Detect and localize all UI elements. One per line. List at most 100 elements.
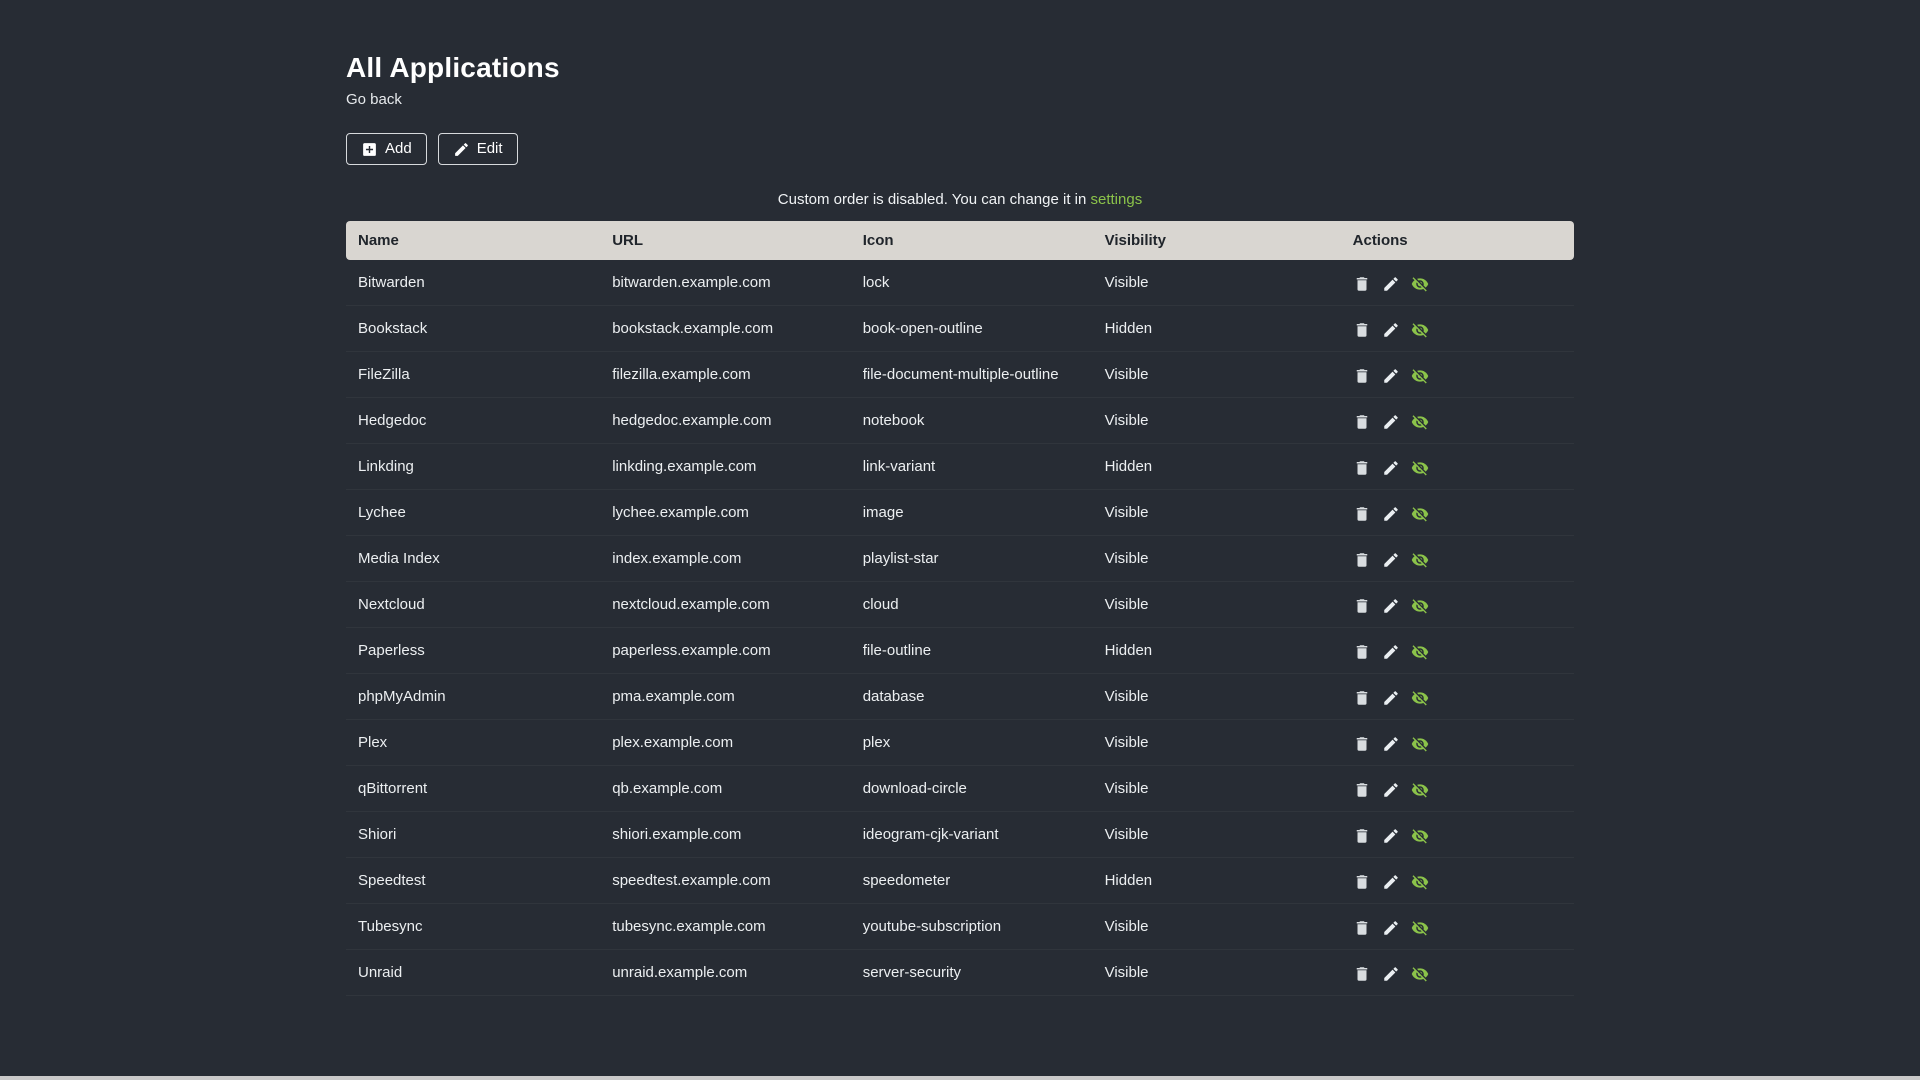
- table-body: Bitwarden bitwarden.example.com lock Vis…: [346, 260, 1574, 996]
- toggle-visibility-button[interactable]: [1411, 689, 1429, 707]
- edit-row-button[interactable]: [1382, 321, 1400, 339]
- delete-button[interactable]: [1353, 275, 1371, 293]
- app-icon-name: book-open-outline: [850, 306, 1093, 352]
- edit-row-button[interactable]: [1382, 367, 1400, 385]
- trash-icon: [1356, 874, 1367, 889]
- toggle-visibility-button[interactable]: [1411, 873, 1429, 891]
- app-name: Plex: [346, 720, 601, 766]
- edit-row-button[interactable]: [1382, 413, 1400, 431]
- toggle-visibility-button[interactable]: [1411, 965, 1429, 983]
- toggle-visibility-button[interactable]: [1411, 413, 1429, 431]
- edit-button-label: Edit: [476, 140, 503, 157]
- toggle-visibility-button[interactable]: [1411, 367, 1429, 385]
- toggle-visibility-button[interactable]: [1411, 321, 1429, 339]
- delete-button[interactable]: [1353, 321, 1371, 339]
- table-row: Paperless paperless.example.com file-out…: [346, 628, 1574, 674]
- edit-row-button[interactable]: [1382, 873, 1400, 891]
- trash-icon: [1356, 736, 1367, 751]
- window-bottom-edge: [0, 1076, 1920, 1080]
- delete-button[interactable]: [1353, 459, 1371, 477]
- toggle-visibility-button[interactable]: [1411, 551, 1429, 569]
- row-actions: [1340, 904, 1574, 950]
- delete-button[interactable]: [1353, 919, 1371, 937]
- toggle-visibility-button[interactable]: [1411, 827, 1429, 845]
- app-name: Bitwarden: [346, 260, 601, 306]
- app-url: paperless.example.com: [600, 628, 851, 674]
- edit-row-button[interactable]: [1382, 643, 1400, 661]
- row-actions: [1340, 398, 1574, 444]
- delete-button[interactable]: [1353, 597, 1371, 615]
- trash-icon: [1356, 414, 1367, 429]
- toggle-visibility-button[interactable]: [1411, 275, 1429, 293]
- table-header: Name URL Icon Visibility Actions: [346, 221, 1574, 260]
- delete-button[interactable]: [1353, 551, 1371, 569]
- app-icon-name: file-outline: [850, 628, 1093, 674]
- edit-row-button[interactable]: [1382, 827, 1400, 845]
- column-header-actions: Actions: [1340, 221, 1574, 260]
- row-actions: [1340, 812, 1574, 858]
- edit-row-button[interactable]: [1382, 551, 1400, 569]
- plus-box-icon: [363, 142, 376, 156]
- edit-row-button[interactable]: [1382, 459, 1400, 477]
- table-row: Linkding linkding.example.com link-varia…: [346, 444, 1574, 490]
- delete-button[interactable]: [1353, 873, 1371, 891]
- delete-button[interactable]: [1353, 689, 1371, 707]
- trash-icon: [1356, 598, 1367, 613]
- column-header-url: URL: [600, 221, 851, 260]
- app-icon-name: link-variant: [850, 444, 1093, 490]
- app-url: qb.example.com: [600, 766, 851, 812]
- row-actions: [1340, 950, 1574, 996]
- delete-button[interactable]: [1353, 735, 1371, 753]
- table-row: Nextcloud nextcloud.example.com cloud Vi…: [346, 582, 1574, 628]
- delete-button[interactable]: [1353, 505, 1371, 523]
- row-actions: [1340, 444, 1574, 490]
- eye-off-icon: [1411, 368, 1429, 384]
- pencil-icon: [1384, 276, 1398, 291]
- add-button[interactable]: Add: [346, 133, 427, 165]
- edit-button[interactable]: Edit: [437, 133, 518, 165]
- app-icon-name: server-security: [850, 950, 1093, 996]
- table-row: Unraid unraid.example.com server-securit…: [346, 950, 1574, 996]
- toggle-visibility-button[interactable]: [1411, 459, 1429, 477]
- applications-table: Name URL Icon Visibility Actions Bitward…: [346, 221, 1574, 996]
- app-name: Lychee: [346, 490, 601, 536]
- pencil-icon: [1384, 368, 1398, 383]
- pencil-icon: [1384, 598, 1398, 613]
- edit-row-button[interactable]: [1382, 597, 1400, 615]
- delete-button[interactable]: [1353, 367, 1371, 385]
- edit-row-button[interactable]: [1382, 505, 1400, 523]
- edit-row-button[interactable]: [1382, 275, 1400, 293]
- app-name: Nextcloud: [346, 582, 601, 628]
- eye-off-icon: [1411, 644, 1429, 660]
- eye-off-icon: [1411, 414, 1429, 430]
- trash-icon: [1356, 460, 1367, 475]
- delete-button[interactable]: [1353, 781, 1371, 799]
- edit-row-button[interactable]: [1382, 919, 1400, 937]
- toggle-visibility-button[interactable]: [1411, 781, 1429, 799]
- app-visibility: Hidden: [1092, 306, 1341, 352]
- settings-link[interactable]: settings: [1091, 191, 1143, 208]
- table-row: Tubesync tubesync.example.com youtube-su…: [346, 904, 1574, 950]
- delete-button[interactable]: [1353, 643, 1371, 661]
- delete-button[interactable]: [1353, 413, 1371, 431]
- toggle-visibility-button[interactable]: [1411, 597, 1429, 615]
- edit-row-button[interactable]: [1382, 689, 1400, 707]
- app-visibility: Visible: [1092, 766, 1341, 812]
- table-row: phpMyAdmin pma.example.com database Visi…: [346, 674, 1574, 720]
- toggle-visibility-button[interactable]: [1411, 643, 1429, 661]
- edit-row-button[interactable]: [1382, 965, 1400, 983]
- edit-row-button[interactable]: [1382, 781, 1400, 799]
- app-url: speedtest.example.com: [600, 858, 851, 904]
- delete-button[interactable]: [1353, 827, 1371, 845]
- eye-off-icon: [1411, 782, 1429, 798]
- table-row: qBittorrent qb.example.com download-circ…: [346, 766, 1574, 812]
- go-back-link[interactable]: Go back: [346, 91, 402, 108]
- delete-button[interactable]: [1353, 965, 1371, 983]
- toggle-visibility-button[interactable]: [1411, 735, 1429, 753]
- row-actions: [1340, 582, 1574, 628]
- eye-off-icon: [1411, 598, 1429, 614]
- toggle-visibility-button[interactable]: [1411, 919, 1429, 937]
- edit-row-button[interactable]: [1382, 735, 1400, 753]
- toggle-visibility-button[interactable]: [1411, 505, 1429, 523]
- app-name: Linkding: [346, 444, 601, 490]
